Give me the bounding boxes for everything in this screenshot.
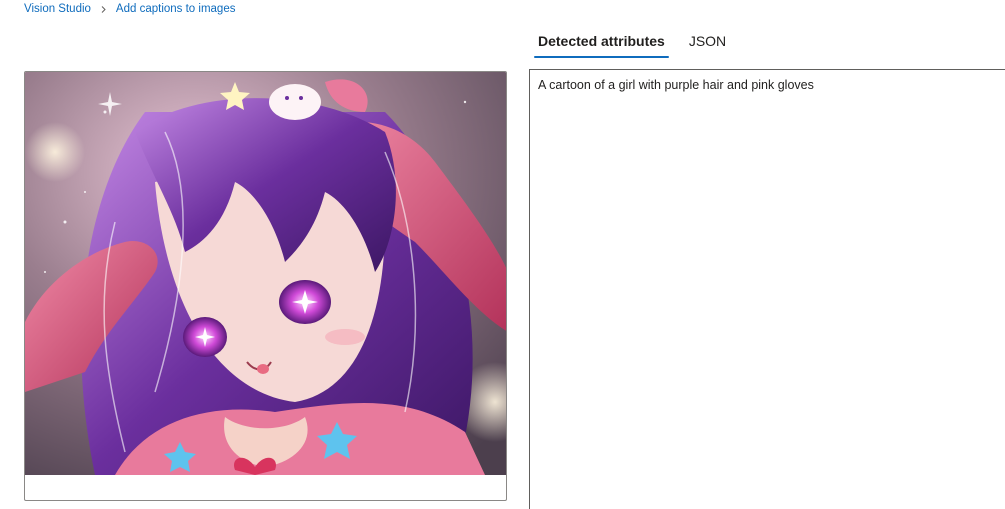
uploaded-image bbox=[25, 72, 506, 475]
caption-text: A cartoon of a girl with purple hair and… bbox=[538, 78, 814, 92]
caption-result-panel: A cartoon of a girl with purple hair and… bbox=[529, 69, 1005, 509]
image-preview-panel bbox=[24, 71, 507, 501]
tab-json[interactable]: JSON bbox=[685, 29, 730, 55]
chevron-right-icon bbox=[99, 5, 108, 14]
breadcrumb-vision-studio[interactable]: Vision Studio bbox=[24, 3, 91, 15]
result-tabs: Detected attributes JSON bbox=[534, 29, 746, 59]
breadcrumb-add-captions[interactable]: Add captions to images bbox=[116, 3, 236, 15]
breadcrumb: Vision Studio Add captions to images bbox=[24, 1, 235, 17]
tab-detected-attributes[interactable]: Detected attributes bbox=[534, 29, 669, 58]
